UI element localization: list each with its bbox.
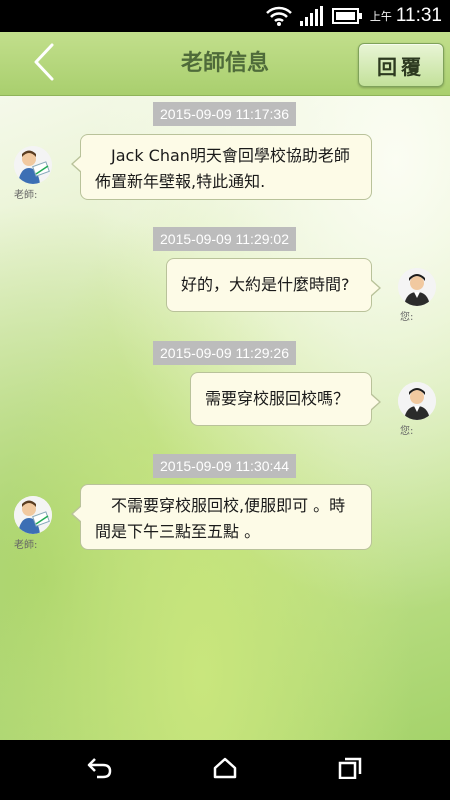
message-timestamp: 2015-09-09 11:30:44 <box>153 454 296 478</box>
clock-time: 11:31 <box>395 5 442 26</box>
recents-nav-button[interactable] <box>325 750 375 790</box>
message-bubble[interactable]: 需要穿校服回校嗎？ <box>190 372 381 426</box>
message-line: 佈置新年壁報,特此通知. <box>95 172 266 191</box>
message-timestamp: 2015-09-09 11:29:26 <box>153 341 296 365</box>
teacher-avatar[interactable] <box>14 496 52 534</box>
home-nav-button[interactable] <box>200 750 250 790</box>
app-header: 老師信息 回覆 <box>0 32 450 96</box>
reply-button[interactable]: 回覆 <box>358 43 444 87</box>
message-line: 需要穿校服回校嗎？ <box>205 389 350 408</box>
navigation-bar <box>0 740 450 800</box>
back-nav-icon <box>87 757 113 783</box>
back-button[interactable] <box>22 40 66 88</box>
signal-icon <box>299 6 324 26</box>
message-bubble[interactable]: 好的，大約是什麼時間? <box>166 258 381 312</box>
message-timestamp: 2015-09-09 11:29:02 <box>153 227 296 251</box>
message-timestamp: 2015-09-09 11:17:36 <box>153 102 296 126</box>
user-avatar[interactable] <box>398 382 436 420</box>
sender-label: 您: <box>400 312 414 323</box>
back-nav-button[interactable] <box>75 750 125 790</box>
chat-area[interactable]: 2015-09-09 11:17:36 老師: Jack Chan明天會回學校協… <box>0 96 450 740</box>
message-line: Jack Chan明天會回學校協助老師 <box>111 146 350 165</box>
sender-label: 您: <box>400 426 414 437</box>
clock-period: 上午 <box>369 10 392 23</box>
message-bubble[interactable]: Jack Chan明天會回學校協助老師 佈置新年壁報,特此通知. <box>71 134 372 200</box>
recents-nav-icon <box>338 757 362 783</box>
status-bar: 上午 11:31 <box>0 0 450 32</box>
page-title: 老師信息 <box>180 51 269 76</box>
message-bubble[interactable]: 不需要穿校服回校,便服即可 。時 間是下午三點至五點 。 <box>71 484 372 550</box>
teacher-avatar[interactable] <box>14 146 52 184</box>
sender-label: 老師: <box>14 190 38 201</box>
message-line: 不需要穿校服回校,便服即可 。時 <box>111 496 346 515</box>
message-line: 好的，大約是什麼時間? <box>181 275 350 294</box>
home-nav-icon <box>213 757 237 783</box>
user-avatar[interactable] <box>398 268 436 306</box>
message-line: 間是下午三點至五點 。 <box>95 522 261 541</box>
chevron-left-icon <box>32 42 56 86</box>
wifi-icon <box>265 6 292 26</box>
sender-label: 老師: <box>14 540 38 551</box>
battery-icon <box>331 8 362 24</box>
